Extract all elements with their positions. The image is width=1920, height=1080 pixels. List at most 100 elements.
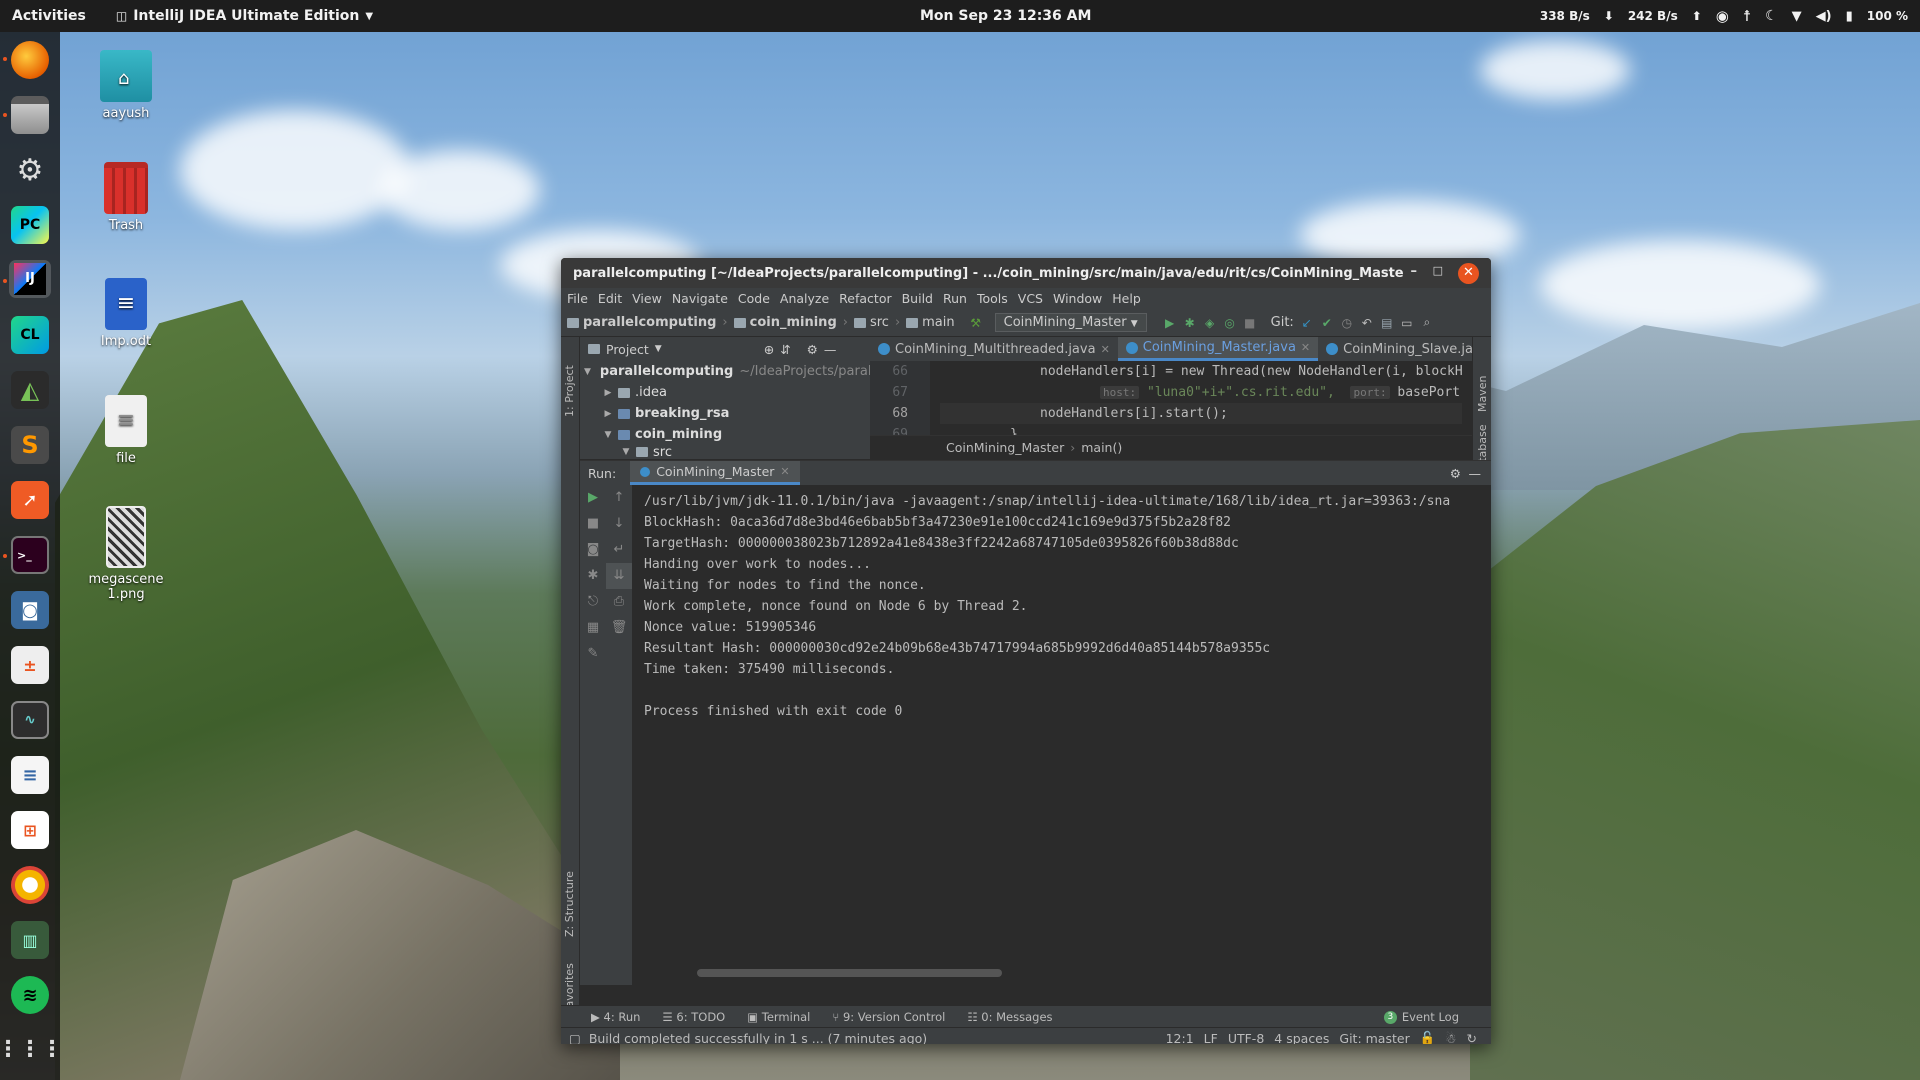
show-apps-icon[interactable]: ⋮⋮⋮ xyxy=(0,1030,63,1068)
tool-tab-messages[interactable]: ☷ 0: Messages xyxy=(967,1010,1052,1024)
git-rollback-icon[interactable]: ↶ xyxy=(1360,316,1374,330)
side-tab-structure[interactable]: Z: Structure xyxy=(563,871,576,937)
locate-icon[interactable]: ⊕ xyxy=(764,342,774,357)
inspector-icon[interactable]: ☃ xyxy=(1445,1031,1456,1045)
nav-crumb-src[interactable]: src xyxy=(853,315,889,330)
search-icon[interactable]: ⌕ xyxy=(1420,315,1434,330)
settings-icon[interactable]: ⚙ xyxy=(11,151,49,189)
tree-node[interactable]: ▼ parallelcomputing ~/IdeaProjects/paral… xyxy=(580,361,875,382)
scroll-to-end-icon[interactable]: ⇊ xyxy=(606,563,632,589)
games-icon[interactable]: ▥ xyxy=(11,921,49,959)
breadcrumb-method[interactable]: main() xyxy=(1081,440,1122,455)
calculator-icon[interactable]: ± xyxy=(11,646,49,684)
menu-vcs[interactable]: VCS xyxy=(1018,291,1043,306)
expand-arrow-icon[interactable]: ▼ xyxy=(602,430,614,440)
tree-node[interactable]: ▶ .idea xyxy=(580,382,870,403)
layout-icon[interactable]: ▭ xyxy=(1400,316,1414,330)
gear-icon[interactable]: ⚙ xyxy=(1450,466,1461,481)
stop-icon[interactable]: ■ xyxy=(1243,316,1257,330)
maximize-button[interactable]: □ xyxy=(1433,264,1443,277)
arrow-up-icon[interactable]: ↑ xyxy=(606,485,632,511)
accessibility-icon[interactable]: ☨ xyxy=(1743,7,1751,25)
files-icon[interactable] xyxy=(11,96,49,134)
menu-analyze[interactable]: Analyze xyxy=(780,291,829,306)
menu-refactor[interactable]: Refactor xyxy=(839,291,891,306)
breadcrumb-class[interactable]: CoinMining_Master xyxy=(946,440,1064,455)
pin-icon[interactable]: ✎ xyxy=(580,641,606,667)
postman-icon[interactable]: ➚ xyxy=(11,481,49,519)
gear-icon[interactable]: ⚙ xyxy=(807,342,818,357)
sublime-text-icon[interactable]: S xyxy=(11,426,49,464)
close-button[interactable]: ✕ xyxy=(1458,263,1479,284)
git-commit-icon[interactable]: ✔ xyxy=(1320,316,1334,330)
line-separator[interactable]: LF xyxy=(1204,1031,1218,1045)
project-view-select[interactable]: Project xyxy=(606,342,649,357)
run-config-select[interactable]: CoinMining_Master ▼ xyxy=(994,313,1147,332)
tool-tab-run[interactable]: ▶ 4: Run xyxy=(591,1010,640,1024)
git-branch[interactable]: Git: master xyxy=(1339,1031,1409,1045)
lock-icon[interactable]: 🔓 xyxy=(1420,1030,1436,1044)
desktop-icon-megascene[interactable]: megascene 1.png xyxy=(71,506,181,602)
editor-tab[interactable]: CoinMining_Slave.java xyxy=(1318,337,1472,361)
discord-icon[interactable]: ◉ xyxy=(1716,7,1729,25)
soft-wrap-icon[interactable]: ↵ xyxy=(606,537,632,563)
layout-icon[interactable]: ▦ xyxy=(580,615,606,641)
side-tab-maven[interactable]: Maven xyxy=(1476,376,1489,412)
pycharm-icon[interactable]: PC xyxy=(11,206,49,244)
build-hammer-icon[interactable]: ⚒ xyxy=(969,316,983,330)
camera-icon[interactable]: ◙ xyxy=(580,537,606,563)
editor-tab-active[interactable]: CoinMining_Master.java ✕ xyxy=(1117,337,1319,361)
tool-tab-todo[interactable]: ☰ 6: TODO xyxy=(662,1010,725,1024)
print-icon[interactable]: ⎙ xyxy=(606,589,632,615)
memory-icon[interactable]: ↻ xyxy=(1467,1031,1477,1045)
spotify-icon[interactable]: ≋ xyxy=(11,976,49,1014)
stop-icon[interactable]: ■ xyxy=(580,511,606,537)
desktop-icon-file[interactable]: ≡ file xyxy=(71,395,181,466)
bug-icon[interactable]: ✱ xyxy=(580,563,606,589)
event-log-button[interactable]: 3 Event Log xyxy=(1383,1006,1459,1028)
menu-run[interactable]: Run xyxy=(943,291,967,306)
text-editor-icon[interactable]: ≡ xyxy=(11,756,49,794)
menu-navigate[interactable]: Navigate xyxy=(672,291,728,306)
desktop-icon-home[interactable]: ⌂ aayush xyxy=(71,50,181,121)
terminal-icon[interactable]: >_ xyxy=(11,536,49,574)
status-toggle-icon[interactable]: ▢ xyxy=(569,1031,581,1045)
activities-button[interactable]: Activities xyxy=(12,8,86,24)
intellij-icon-slot[interactable]: IJ xyxy=(9,260,51,298)
side-tab-project[interactable]: 1: Project xyxy=(563,365,576,417)
horizontal-scrollbar[interactable] xyxy=(697,969,1002,977)
debug-icon[interactable]: ✱ xyxy=(1183,316,1197,330)
arrow-down-icon[interactable]: ↓ xyxy=(606,511,632,537)
trash-icon[interactable]: 🗑 xyxy=(606,615,632,641)
file-encoding[interactable]: UTF-8 xyxy=(1228,1031,1264,1045)
nav-crumb-main[interactable]: main xyxy=(906,315,955,330)
tool-tab-terminal[interactable]: ▣ Terminal xyxy=(747,1010,810,1024)
collapse-arrow-icon[interactable]: ▶ xyxy=(602,388,614,398)
app-menu[interactable]: ◫ IntelliJ IDEA Ultimate Edition ▼ xyxy=(116,8,373,24)
tool-tab-version-control[interactable]: ⑂ 9: Version Control xyxy=(832,1010,945,1024)
run-tab[interactable]: CoinMining_Master ✕ xyxy=(630,461,800,485)
menu-window[interactable]: Window xyxy=(1053,291,1102,306)
menu-help[interactable]: Help xyxy=(1112,291,1141,306)
collapse-icon[interactable]: ⇵ xyxy=(780,342,790,357)
tree-node[interactable]: ▶ breaking_rsa xyxy=(580,403,870,424)
indent-setting[interactable]: 4 spaces xyxy=(1274,1031,1329,1045)
collapse-arrow-icon[interactable]: ▶ xyxy=(602,409,614,419)
desktop-icon-trash[interactable]: Trash xyxy=(71,162,181,233)
menu-view[interactable]: View xyxy=(632,291,662,306)
editor-tab[interactable]: CoinMining_Multithreaded.java ✕ xyxy=(870,337,1118,361)
menu-code[interactable]: Code xyxy=(738,291,770,306)
profile-icon[interactable]: ◎ xyxy=(1223,316,1237,330)
screenshot-icon[interactable]: ◙ xyxy=(11,591,49,629)
firefox-icon[interactable] xyxy=(11,41,49,79)
nav-crumb-module[interactable]: coin_mining xyxy=(733,315,837,330)
status-message[interactable]: Build completed successfully in 1 s ... … xyxy=(589,1031,927,1045)
tree-node[interactable]: ▼ coin_mining xyxy=(580,424,870,445)
project-structure-icon[interactable]: ▤ xyxy=(1380,316,1394,330)
git-update-icon[interactable]: ↙ xyxy=(1300,316,1314,330)
apps-collection-icon[interactable]: ⊞ xyxy=(11,811,49,849)
close-tab-icon[interactable]: ✕ xyxy=(1301,341,1310,354)
expand-arrow-icon[interactable]: ▼ xyxy=(620,447,632,457)
git-history-icon[interactable]: ◷ xyxy=(1340,316,1354,330)
exit-icon[interactable]: ⎋ xyxy=(580,589,606,615)
